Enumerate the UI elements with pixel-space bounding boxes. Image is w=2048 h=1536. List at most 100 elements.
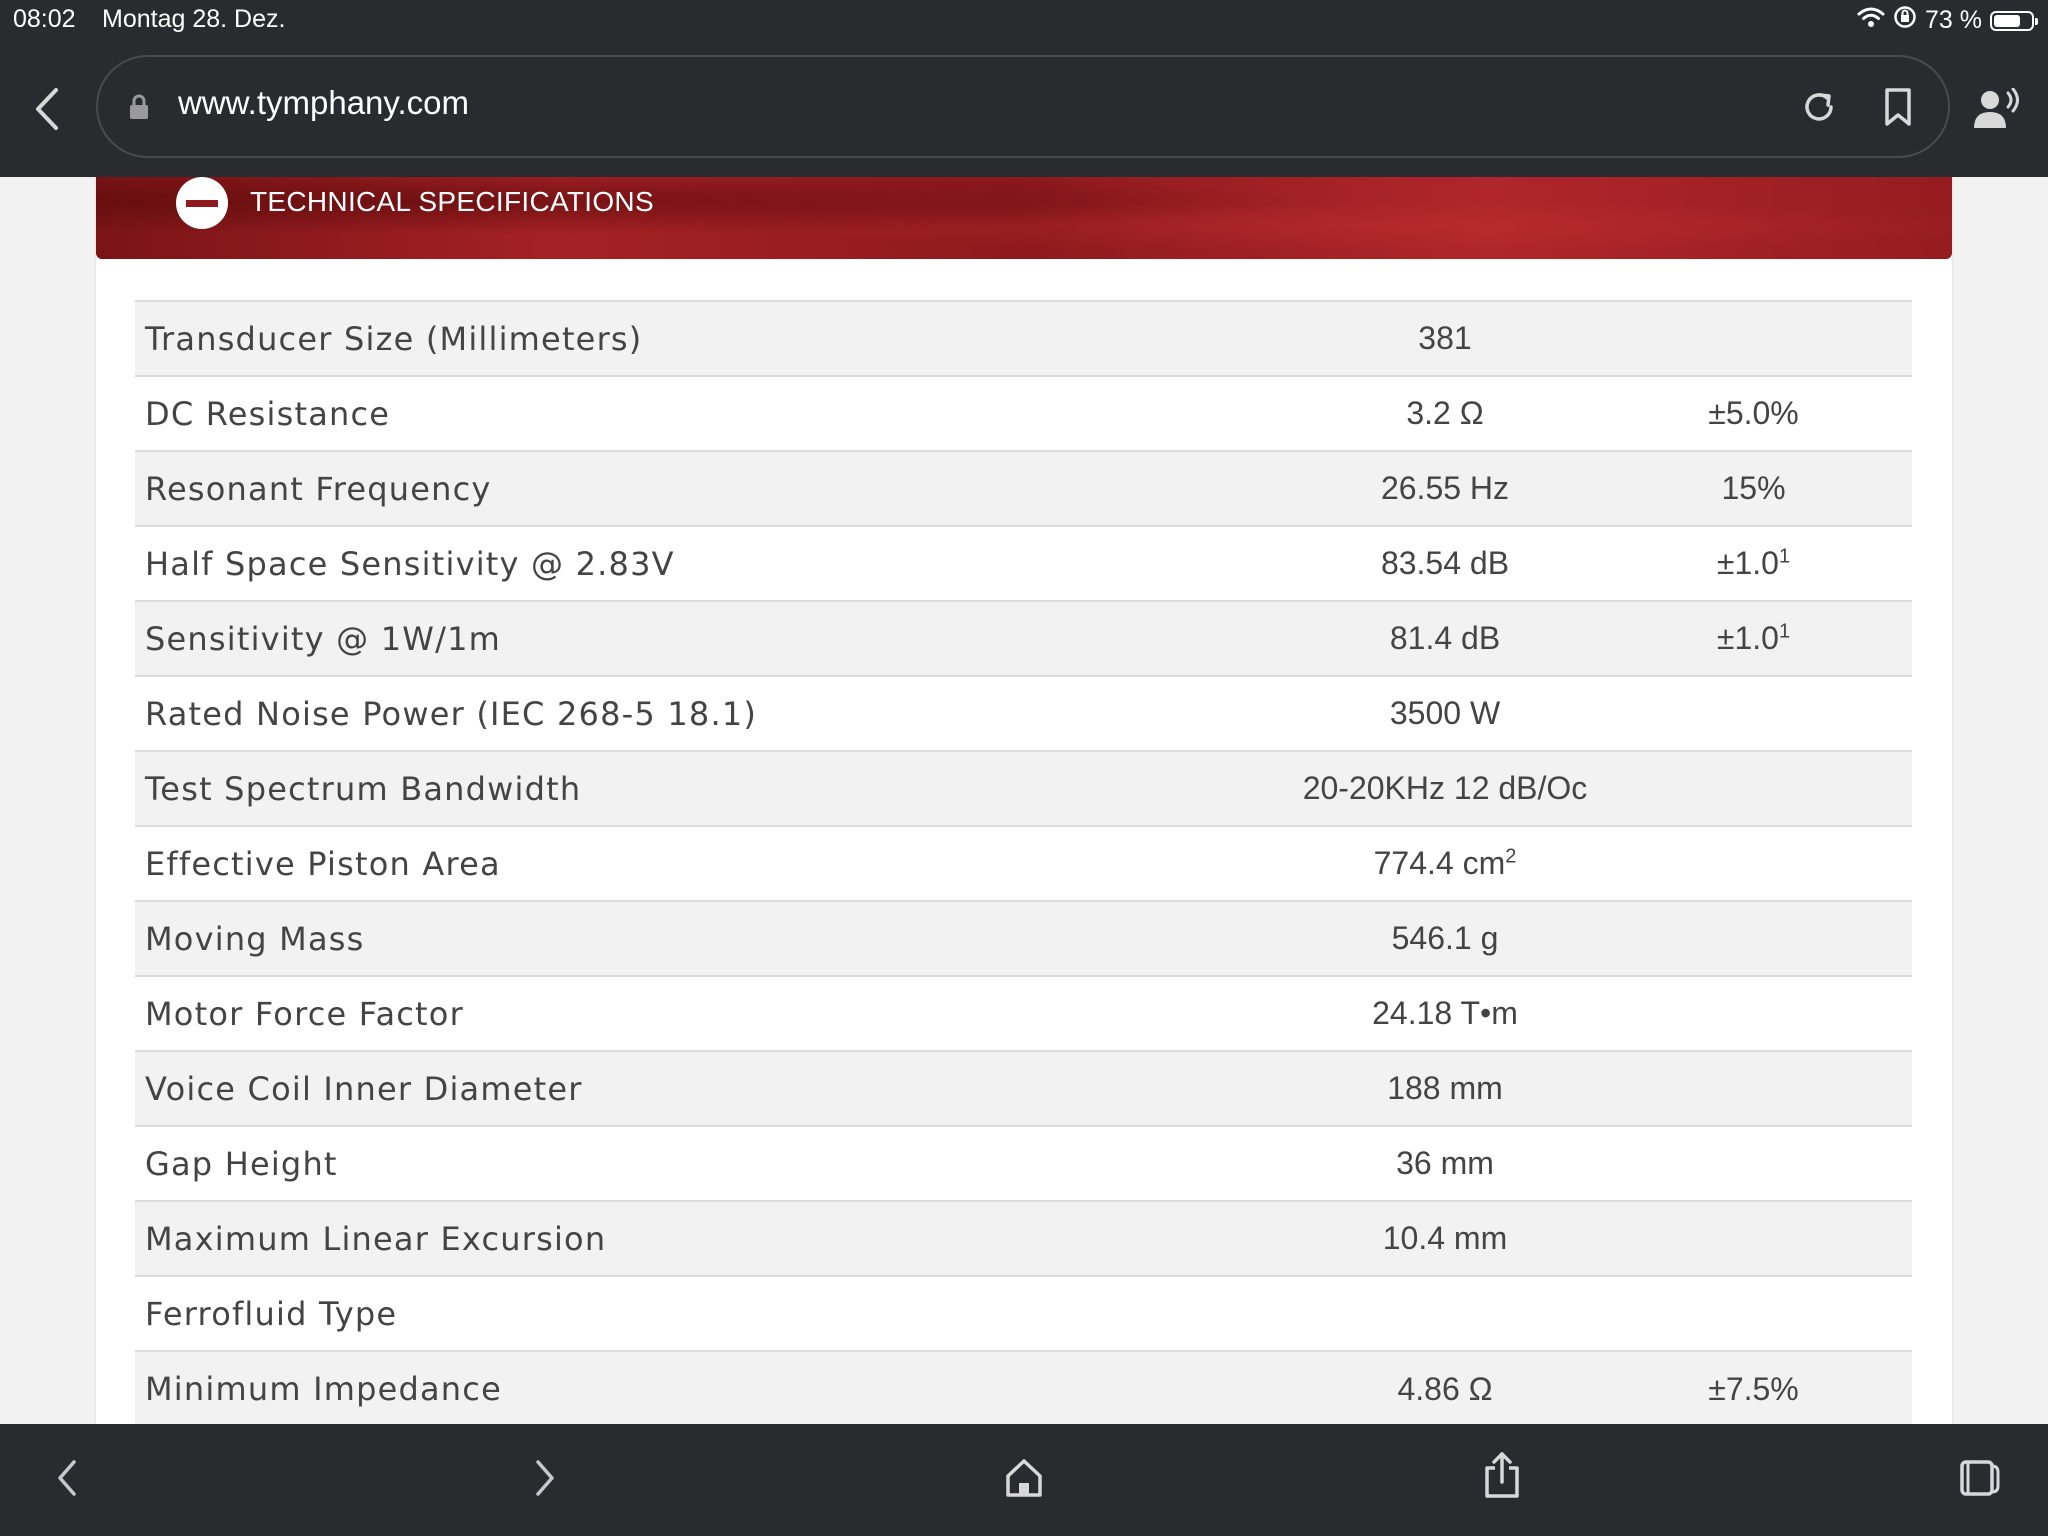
spec-value-text: 774.4 cm [1373,845,1506,881]
spec-tolerance [1595,1051,1912,1126]
table-row: Moving Mass 546.1 g [135,901,1912,976]
table-row: Sensitivity @ 1W/1m 81.4 dB ±1.01 [135,601,1912,676]
spec-label: Sensitivity @ 1W/1m [145,619,502,658]
spec-value-text: 4.86 Ω [1397,1370,1493,1407]
spec-value: 774.4 cm2 [1295,826,1595,901]
spec-value: 36 mm [1295,1126,1595,1201]
table-row: Resonant Frequency 26.55 Hz 15% [135,451,1912,526]
spec-label: Maximum Linear Excursion [145,1219,607,1258]
spec-tolerance [1595,676,1912,751]
spec-tolerance [1595,901,1912,976]
spec-tolerance [1595,826,1912,901]
spec-tolerance: ±5.0% [1595,376,1912,451]
spec-value-superscript: 2 [1505,845,1517,868]
spec-value: 3.2 Ω [1295,376,1595,451]
table-row: Effective Piston Area 774.4 cm2 [135,826,1912,901]
address-bar[interactable]: www.tymphany.com [96,55,1950,158]
spec-value: 81.4 dB [1295,601,1595,676]
bookmark-icon[interactable] [1882,87,1914,131]
spec-value: 20-20KHz 12 dB/Oc [1295,751,1595,826]
spec-label: DC Resistance [145,394,391,433]
spec-value: 10.4 mm [1295,1201,1595,1276]
status-bar: 08:02 Montag 28. Dez. 73 % [0,0,2048,40]
spec-value: 381 [1295,301,1595,376]
table-row: Voice Coil Inner Diameter 188 mm [135,1051,1912,1126]
table-row: Transducer Size (Millimeters) 381 [135,301,1912,376]
spec-label: Rated Noise Power (IEC 268-5 18.1) [145,694,758,733]
status-indicators: 73 % [1857,5,2038,36]
spec-tolerance-text: ±5.0% [1708,395,1799,431]
spec-value-text: 83.54 dB [1380,545,1510,581]
table-row: Gap Height 36 mm [135,1126,1912,1201]
home-icon[interactable] [1004,1456,1044,1504]
spec-value: 188 mm [1295,1051,1595,1126]
browser-navbar: www.tymphany.com [0,40,2048,177]
spec-label: Motor Force Factor [145,994,464,1033]
spec-value [1295,1276,1595,1351]
spec-label: Ferrofluid Type [145,1294,398,1333]
table-row: Rated Noise Power (IEC 268-5 18.1) 3500 W [135,676,1912,751]
table-row: Test Spectrum Bandwidth 20-20KHz 12 dB/Oc [135,751,1912,826]
spec-value: 546.1 g [1295,901,1595,976]
spec-tolerance-text: ±7.5% [1708,1370,1799,1407]
section-title: TECHNICAL SPECIFICATIONS [250,186,654,217]
tabs-icon[interactable] [1958,1456,2000,1504]
spec-value-text: 546.1 g [1391,920,1499,956]
status-date: Montag 28. Dez. [102,5,286,33]
spec-tolerance [1595,1276,1912,1351]
battery-fill [1994,14,2020,27]
back-icon[interactable] [28,84,68,134]
table-row: Half Space Sensitivity @ 2.83V 83.54 dB ±1… [135,526,1912,601]
spec-value-text: 381 [1418,320,1472,356]
section-header[interactable]: TECHNICAL SPECIFICATIONS [96,177,1952,259]
spec-label: Gap Height [145,1144,338,1183]
spec-tolerance [1595,301,1912,376]
page-content: TECHNICAL SPECIFICATIONS Transducer Size… [0,177,2048,1424]
spec-tolerance-superscript: 1 [1778,620,1791,643]
spec-value: 24.18 T•m [1295,976,1595,1051]
spec-tolerance: ±1.01 [1595,601,1912,676]
spec-tolerance-text: 15% [1721,470,1786,506]
spec-tolerance [1595,751,1912,826]
spec-value-text: 81.4 dB [1389,620,1501,656]
table-row: DC Resistance 3.2 Ω ±5.0% [135,376,1912,451]
spec-tolerance: 15% [1595,451,1912,526]
minus-circle-icon[interactable] [176,177,228,229]
url-text[interactable]: www.tymphany.com [178,84,469,122]
lock-icon [128,94,150,124]
table-row: Maximum Linear Excursion 10.4 mm [135,1201,1912,1276]
spec-tolerance [1595,976,1912,1051]
spec-value: 26.55 Hz [1295,451,1595,526]
spec-value-text: 3.2 Ω [1406,395,1484,431]
spec-value: 83.54 dB [1295,526,1595,601]
table-row: Ferrofluid Type [135,1276,1912,1351]
spec-tolerance-text: ±1.0 [1716,620,1779,656]
spec-value-text: 10.4 mm [1382,1220,1508,1256]
spec-tolerance: ±1.01 [1595,526,1912,601]
spec-tolerance [1595,1126,1912,1201]
spec-label: Transducer Size (Millimeters) [145,319,643,358]
spec-value-text: 36 mm [1396,1145,1494,1181]
orientation-lock-icon [1893,5,1917,36]
battery-percentage: 73 % [1925,6,1982,34]
spec-value: 3500 W [1295,676,1595,751]
forward-arrow-icon[interactable] [530,1456,560,1504]
spec-tolerance [1595,1201,1912,1276]
spec-label: Minimum Impedance [145,1370,502,1408]
spec-value-text: 20-20KHz 12 dB/Oc [1302,770,1588,806]
spec-label: Voice Coil Inner Diameter [145,1069,583,1108]
spec-tolerance: ±7.5% [1595,1351,1912,1424]
reload-icon[interactable] [1800,88,1838,130]
spec-tolerance-superscript: 1 [1778,545,1791,568]
spec-tolerance-text: ±1.0 [1716,545,1779,581]
spec-label: Effective Piston Area [145,844,501,883]
spec-label: Moving Mass [145,919,365,958]
spec-label: Test Spectrum Bandwidth [145,769,582,808]
spec-value-text: 26.55 Hz [1380,470,1510,506]
spec-label: Half Space Sensitivity @ 2.83V [145,544,675,583]
share-icon[interactable] [1482,1450,1522,1504]
reader-voice-icon[interactable] [1972,87,2022,136]
back-arrow-icon[interactable] [52,1456,82,1504]
spec-value: 4.86 Ω [1295,1351,1595,1424]
spec-label: Resonant Frequency [145,469,492,508]
